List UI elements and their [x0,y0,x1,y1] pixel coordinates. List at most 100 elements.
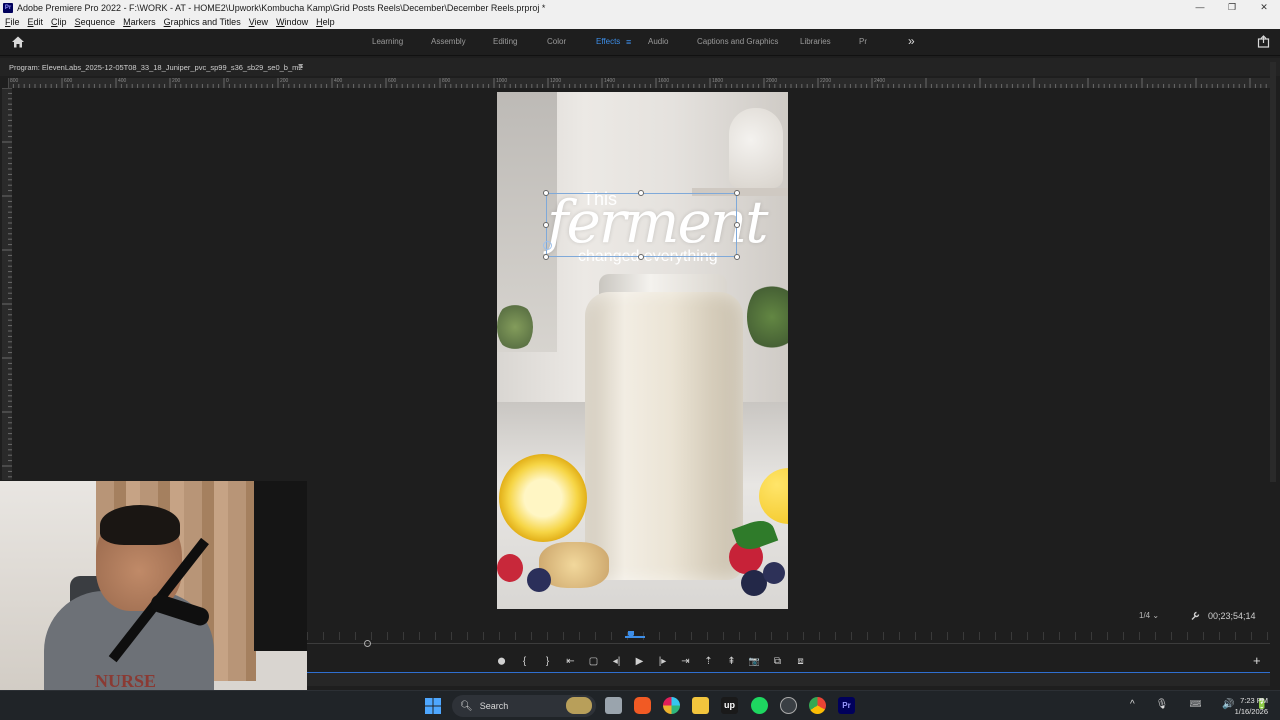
program-monitor-header: Program: ElevenLabs_2025-12-05T08_33_18_… [0,58,1280,76]
transform-handle[interactable] [734,254,740,260]
play-button[interactable]: ▶ [628,656,651,667]
tab-assembly[interactable]: Assembly [431,37,466,46]
tab-libraries[interactable]: Libraries [800,37,831,46]
ruler-label: 400 [334,78,343,84]
maximize-button[interactable]: ❐ [1216,0,1248,15]
tab-captions-and-graphics[interactable]: Captions and Graphics [697,37,778,46]
mark-out-button[interactable]: } [536,656,559,667]
anchor-point-icon[interactable] [543,241,552,250]
lift-button[interactable]: ⇡ [697,656,720,667]
menu-view[interactable]: View [249,17,268,27]
windows-start-icon[interactable] [425,698,441,714]
share-icon[interactable] [1257,35,1270,48]
extract-button[interactable]: ⇞ [720,656,743,667]
blueberry [763,562,785,584]
add-marker-button[interactable]: ⬤ [490,657,513,665]
step-forward-button[interactable]: |▸ [651,656,674,667]
menu-sequence[interactable]: Sequence [75,17,116,27]
mark-in-button[interactable]: { [513,656,536,667]
zoom-level-select[interactable]: 1/4 ⌄ [1139,611,1159,620]
step-back-button[interactable]: ◂| [605,656,628,667]
program-video-frame[interactable]: This ferment changed everything [497,92,788,609]
menu-help[interactable]: Help [316,17,335,27]
menu-file[interactable]: File [5,17,20,27]
search-icon: 🔍︎ [460,700,473,712]
vertical-scrollbar[interactable] [1270,62,1276,482]
chrome-icon[interactable] [809,697,826,714]
panel-menu-icon[interactable]: ≡ [298,61,303,71]
go-to-out-button[interactable]: ⇥ [674,656,697,667]
tab-audio[interactable]: Audio [648,37,668,46]
program-monitor-title[interactable]: Program: ElevenLabs_2025-12-05T08_33_18_… [9,63,303,72]
home-icon[interactable] [11,35,25,49]
more-workspaces-icon[interactable]: » [908,34,915,48]
menu-window[interactable]: Window [276,17,308,27]
vertical-ruler-ticks [2,88,12,478]
menu-graphics-and-titles[interactable]: Graphics and Titles [164,17,241,27]
transform-handle[interactable] [734,190,740,196]
menu-clip[interactable]: Clip [51,17,67,27]
tab-effects[interactable]: Effects [596,37,620,46]
safe-margins-button[interactable]: ▢ [582,656,605,667]
export-frame-button[interactable]: 📷 [743,656,766,667]
close-button[interactable]: ✕ [1248,0,1280,15]
workspaces-bar: Learning Assembly Editing Color Effects … [0,29,1280,56]
horizontal-ruler: 800 600 400 200 0 200 400 600 800 1000 1200 1400 160… [8,78,1270,88]
transform-handle[interactable] [543,190,549,196]
go-to-in-button[interactable]: ⇤ [559,656,582,667]
blueberry [527,568,551,592]
ruler-label: 200 [280,78,289,84]
ruler-label: 1000 [496,78,508,84]
mini-timeline[interactable] [307,643,1270,644]
transform-handle[interactable] [543,254,549,260]
widget-game-icon[interactable] [566,697,592,714]
obs-icon[interactable] [780,697,797,714]
webcam-shirt-text: NURSE [95,671,157,691]
in-point-marker[interactable] [364,640,371,647]
text-bounding-box[interactable] [546,193,737,257]
ruler-label: 800 [10,78,19,84]
webcam-monitor [254,481,307,651]
kombucha-jar [585,292,743,580]
ruler-ticks [8,78,1267,88]
playhead-icon[interactable] [625,631,645,638]
timeline-scrollbar[interactable] [307,672,1270,686]
ruler-label: 2000 [766,78,778,84]
menu-edit[interactable]: Edit [28,17,44,27]
button-editor-plus-icon[interactable]: + [1253,653,1261,668]
ruler-label: 1400 [604,78,616,84]
minimize-button[interactable]: — [1184,0,1216,15]
taskbar-clock[interactable]: 7:23 PM 1/16/2026 [1235,695,1268,717]
transform-handle[interactable] [638,254,644,260]
tab-pr[interactable]: Pr [859,37,867,46]
brave-browser-icon[interactable] [634,697,651,714]
ruler-label: 600 [388,78,397,84]
spotify-icon[interactable] [751,697,768,714]
taskbar-search-placeholder: Search [479,701,509,711]
timecode-display[interactable]: 00;23;54;14 [1208,611,1256,621]
tab-learning[interactable]: Learning [372,37,403,46]
workspace-menu-icon[interactable]: ≡ [626,37,631,47]
wrench-icon[interactable] [1190,611,1200,621]
ruler-label: 600 [64,78,73,84]
lemon-half [499,454,587,542]
transform-handle[interactable] [734,222,740,228]
plant-left [497,302,533,352]
tab-editing[interactable]: Editing [493,37,517,46]
ruler-label: 2400 [874,78,886,84]
clock-date: 1/16/2026 [1234,707,1268,716]
menu-markers[interactable]: Markers [123,17,156,27]
file-manager-icon[interactable] [605,697,622,714]
transform-handle[interactable] [543,222,549,228]
file-explorer-icon[interactable] [692,697,709,714]
slack-icon[interactable] [663,697,680,714]
ruler-label: 800 [442,78,451,84]
window-title-bar: Pr Adobe Premiere Pro 2022 - F:\WORK - A… [0,0,1280,15]
transform-handle[interactable] [638,190,644,196]
comparison-view-button[interactable]: ⧉ [766,656,789,667]
tab-color[interactable]: Color [547,37,566,46]
premiere-taskbar-icon[interactable]: Pr [838,697,855,714]
upwork-icon[interactable]: up [721,697,738,714]
clock-time: 7:23 PM [1240,696,1268,705]
toggle-proxies-button[interactable]: ⧈ [789,656,812,667]
